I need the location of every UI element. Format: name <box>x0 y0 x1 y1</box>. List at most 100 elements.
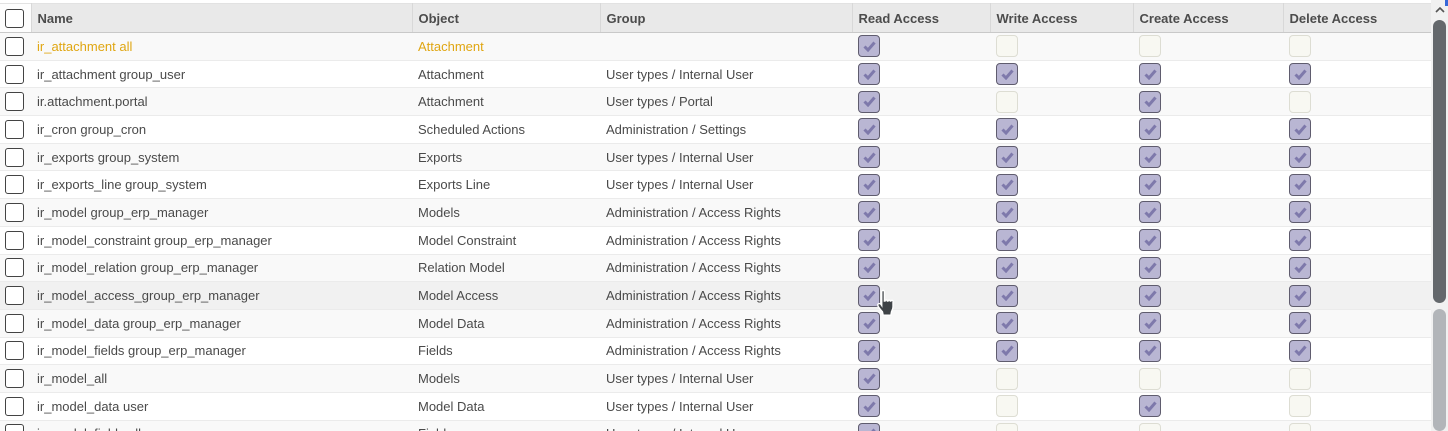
delete-access-checkbox[interactable] <box>1289 340 1311 362</box>
delete-access-checkbox[interactable] <box>1289 257 1311 279</box>
cell-object[interactable]: Model Data <box>412 392 600 420</box>
column-header-delete-access[interactable]: Delete Access <box>1283 4 1431 33</box>
delete-access-checkbox[interactable] <box>1289 146 1311 168</box>
read-access-checkbox[interactable] <box>858 368 880 390</box>
delete-access-checkbox[interactable] <box>1289 229 1311 251</box>
delete-access-checkbox[interactable] <box>1289 118 1311 140</box>
delete-access-checkbox[interactable] <box>1289 395 1311 417</box>
row-select-checkbox[interactable] <box>5 92 24 111</box>
create-access-checkbox[interactable] <box>1139 146 1161 168</box>
row-select-checkbox[interactable] <box>5 397 24 416</box>
table-row[interactable]: ir_model_fields group_erp_managerFieldsA… <box>0 337 1431 365</box>
delete-access-checkbox[interactable] <box>1289 35 1311 57</box>
cell-object[interactable]: Exports <box>412 143 600 171</box>
write-access-checkbox[interactable] <box>996 312 1018 334</box>
cell-group[interactable] <box>600 33 852 61</box>
table-row[interactable]: ir_model_relation group_erp_managerRelat… <box>0 254 1431 282</box>
read-access-checkbox[interactable] <box>858 257 880 279</box>
row-select-checkbox[interactable] <box>5 65 24 84</box>
read-access-checkbox[interactable] <box>858 229 880 251</box>
write-access-checkbox[interactable] <box>996 118 1018 140</box>
cell-name[interactable]: ir_attachment all <box>31 33 412 61</box>
column-header-object[interactable]: Object <box>412 4 600 33</box>
table-row[interactable]: ir_attachment allAttachment <box>0 33 1431 61</box>
column-header-group[interactable]: Group <box>600 4 852 33</box>
cell-group[interactable]: User types / Internal User <box>600 171 852 199</box>
cell-group[interactable]: Administration / Access Rights <box>600 199 852 227</box>
create-access-checkbox[interactable] <box>1139 368 1161 390</box>
delete-access-checkbox[interactable] <box>1289 174 1311 196</box>
row-select-checkbox[interactable] <box>5 120 24 139</box>
read-access-checkbox[interactable] <box>858 35 880 57</box>
table-row[interactable]: ir_model_data group_erp_managerModel Dat… <box>0 309 1431 337</box>
create-access-checkbox[interactable] <box>1139 63 1161 85</box>
vertical-scrollbar[interactable] <box>1431 0 1448 431</box>
table-row[interactable]: ir_attachment group_userAttachmentUser t… <box>0 60 1431 88</box>
create-access-checkbox[interactable] <box>1139 201 1161 223</box>
table-row[interactable]: ir_exports group_systemExportsUser types… <box>0 143 1431 171</box>
write-access-checkbox[interactable] <box>996 201 1018 223</box>
cell-group[interactable]: Administration / Access Rights <box>600 254 852 282</box>
cell-group[interactable]: Administration / Access Rights <box>600 309 852 337</box>
table-row[interactable]: ir_cron group_cronScheduled ActionsAdmin… <box>0 116 1431 144</box>
delete-access-checkbox[interactable] <box>1289 63 1311 85</box>
write-access-checkbox[interactable] <box>996 229 1018 251</box>
create-access-checkbox[interactable] <box>1139 174 1161 196</box>
read-access-checkbox[interactable] <box>858 201 880 223</box>
write-access-checkbox[interactable] <box>996 174 1018 196</box>
cell-name[interactable]: ir_model group_erp_manager <box>31 199 412 227</box>
cell-object[interactable]: Attachment <box>412 60 600 88</box>
row-select-checkbox[interactable] <box>5 37 24 56</box>
cell-name[interactable]: ir_exports group_system <box>31 143 412 171</box>
cell-object[interactable]: Attachment <box>412 88 600 116</box>
cell-name[interactable]: ir_model_all <box>31 365 412 393</box>
table-row[interactable]: ir_model_allModelsUser types / Internal … <box>0 365 1431 393</box>
scrollbar-track-lower[interactable] <box>1433 309 1446 431</box>
delete-access-checkbox[interactable] <box>1289 312 1311 334</box>
select-all-checkbox[interactable] <box>5 9 24 28</box>
create-access-checkbox[interactable] <box>1139 395 1161 417</box>
delete-access-checkbox[interactable] <box>1289 91 1311 113</box>
cell-name[interactable]: ir_model_fields all <box>31 420 412 431</box>
table-row[interactable]: ir_exports_line group_systemExports Line… <box>0 171 1431 199</box>
create-access-checkbox[interactable] <box>1139 257 1161 279</box>
create-access-checkbox[interactable] <box>1139 423 1161 431</box>
cell-object[interactable]: Exports Line <box>412 171 600 199</box>
create-access-checkbox[interactable] <box>1139 312 1161 334</box>
row-select-checkbox[interactable] <box>5 341 24 360</box>
write-access-checkbox[interactable] <box>996 63 1018 85</box>
cell-group[interactable]: User types / Internal User <box>600 365 852 393</box>
delete-access-checkbox[interactable] <box>1289 285 1311 307</box>
cell-name[interactable]: ir.attachment.portal <box>31 88 412 116</box>
column-header-write-access[interactable]: Write Access <box>990 4 1133 33</box>
read-access-checkbox[interactable] <box>858 312 880 334</box>
cell-name[interactable]: ir_model_relation group_erp_manager <box>31 254 412 282</box>
table-row[interactable]: ir_model_access_group_erp_managerModel A… <box>0 282 1431 310</box>
cell-name[interactable]: ir_cron group_cron <box>31 116 412 144</box>
create-access-checkbox[interactable] <box>1139 35 1161 57</box>
cell-object[interactable]: Fields <box>412 337 600 365</box>
table-row[interactable]: ir_model_data userModel DataUser types /… <box>0 392 1431 420</box>
cell-group[interactable]: User types / Internal User <box>600 392 852 420</box>
read-access-checkbox[interactable] <box>858 395 880 417</box>
cell-name[interactable]: ir_model_access_group_erp_manager <box>31 282 412 310</box>
cell-group[interactable]: Administration / Access Rights <box>600 282 852 310</box>
cell-object[interactable]: Fields <box>412 420 600 431</box>
create-access-checkbox[interactable] <box>1139 229 1161 251</box>
cell-object[interactable]: Model Data <box>412 309 600 337</box>
write-access-checkbox[interactable] <box>996 91 1018 113</box>
table-row[interactable]: ir_model_constraint group_erp_managerMod… <box>0 226 1431 254</box>
table-row[interactable]: ir_model group_erp_managerModelsAdminist… <box>0 199 1431 227</box>
column-header-create-access[interactable]: Create Access <box>1133 4 1283 33</box>
row-select-checkbox[interactable] <box>5 148 24 167</box>
delete-access-checkbox[interactable] <box>1289 201 1311 223</box>
cell-group[interactable]: Administration / Access Rights <box>600 337 852 365</box>
delete-access-checkbox[interactable] <box>1289 423 1311 431</box>
write-access-checkbox[interactable] <box>996 35 1018 57</box>
write-access-checkbox[interactable] <box>996 423 1018 431</box>
read-access-checkbox[interactable] <box>858 118 880 140</box>
cell-object[interactable]: Models <box>412 365 600 393</box>
read-access-checkbox[interactable] <box>858 174 880 196</box>
cell-name[interactable]: ir_model_data user <box>31 392 412 420</box>
create-access-checkbox[interactable] <box>1139 340 1161 362</box>
